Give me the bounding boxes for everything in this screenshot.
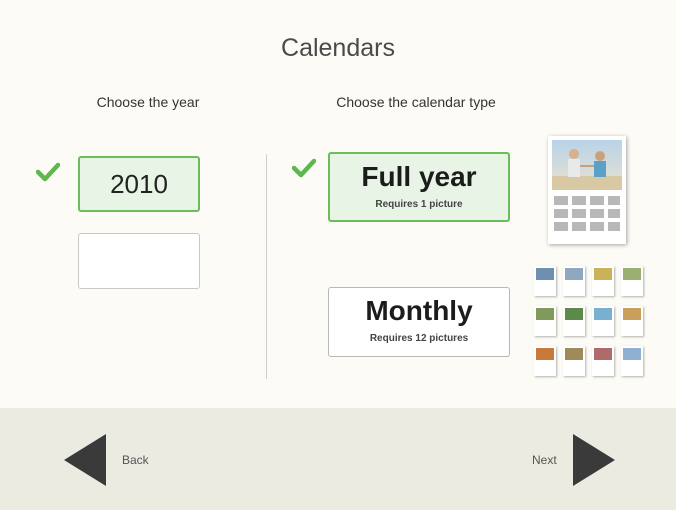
calendar-type-full-year-button[interactable]: Full year Requires 1 picture xyxy=(328,152,510,222)
next-button[interactable]: Next xyxy=(532,430,617,490)
year-option-empty[interactable] xyxy=(78,233,200,289)
next-label: Next xyxy=(532,453,557,467)
year-option-selected[interactable]: 2010 xyxy=(78,156,200,212)
check-icon xyxy=(292,158,316,178)
calendar-type-monthly-button[interactable]: Monthly Requires 12 pictures xyxy=(328,287,510,357)
type-requirement: Requires 1 picture xyxy=(375,199,463,210)
full-year-calendar-preview-image xyxy=(548,136,626,244)
type-name: Monthly xyxy=(365,295,473,326)
type-requirement: Requires 12 pictures xyxy=(369,333,469,344)
page-title: Calendars xyxy=(281,34,395,62)
check-icon xyxy=(36,162,60,182)
year-section-label: Choose the year xyxy=(96,94,200,110)
back-label: Back xyxy=(122,453,149,467)
back-button[interactable]: Back xyxy=(62,430,149,490)
type-name: Full year xyxy=(361,161,477,192)
column-divider xyxy=(266,154,267,379)
back-arrow-icon xyxy=(64,434,106,486)
monthly-calendar-preview-image xyxy=(534,266,644,378)
next-arrow-icon xyxy=(572,434,615,486)
type-section-label: Choose the calendar type xyxy=(336,94,496,110)
